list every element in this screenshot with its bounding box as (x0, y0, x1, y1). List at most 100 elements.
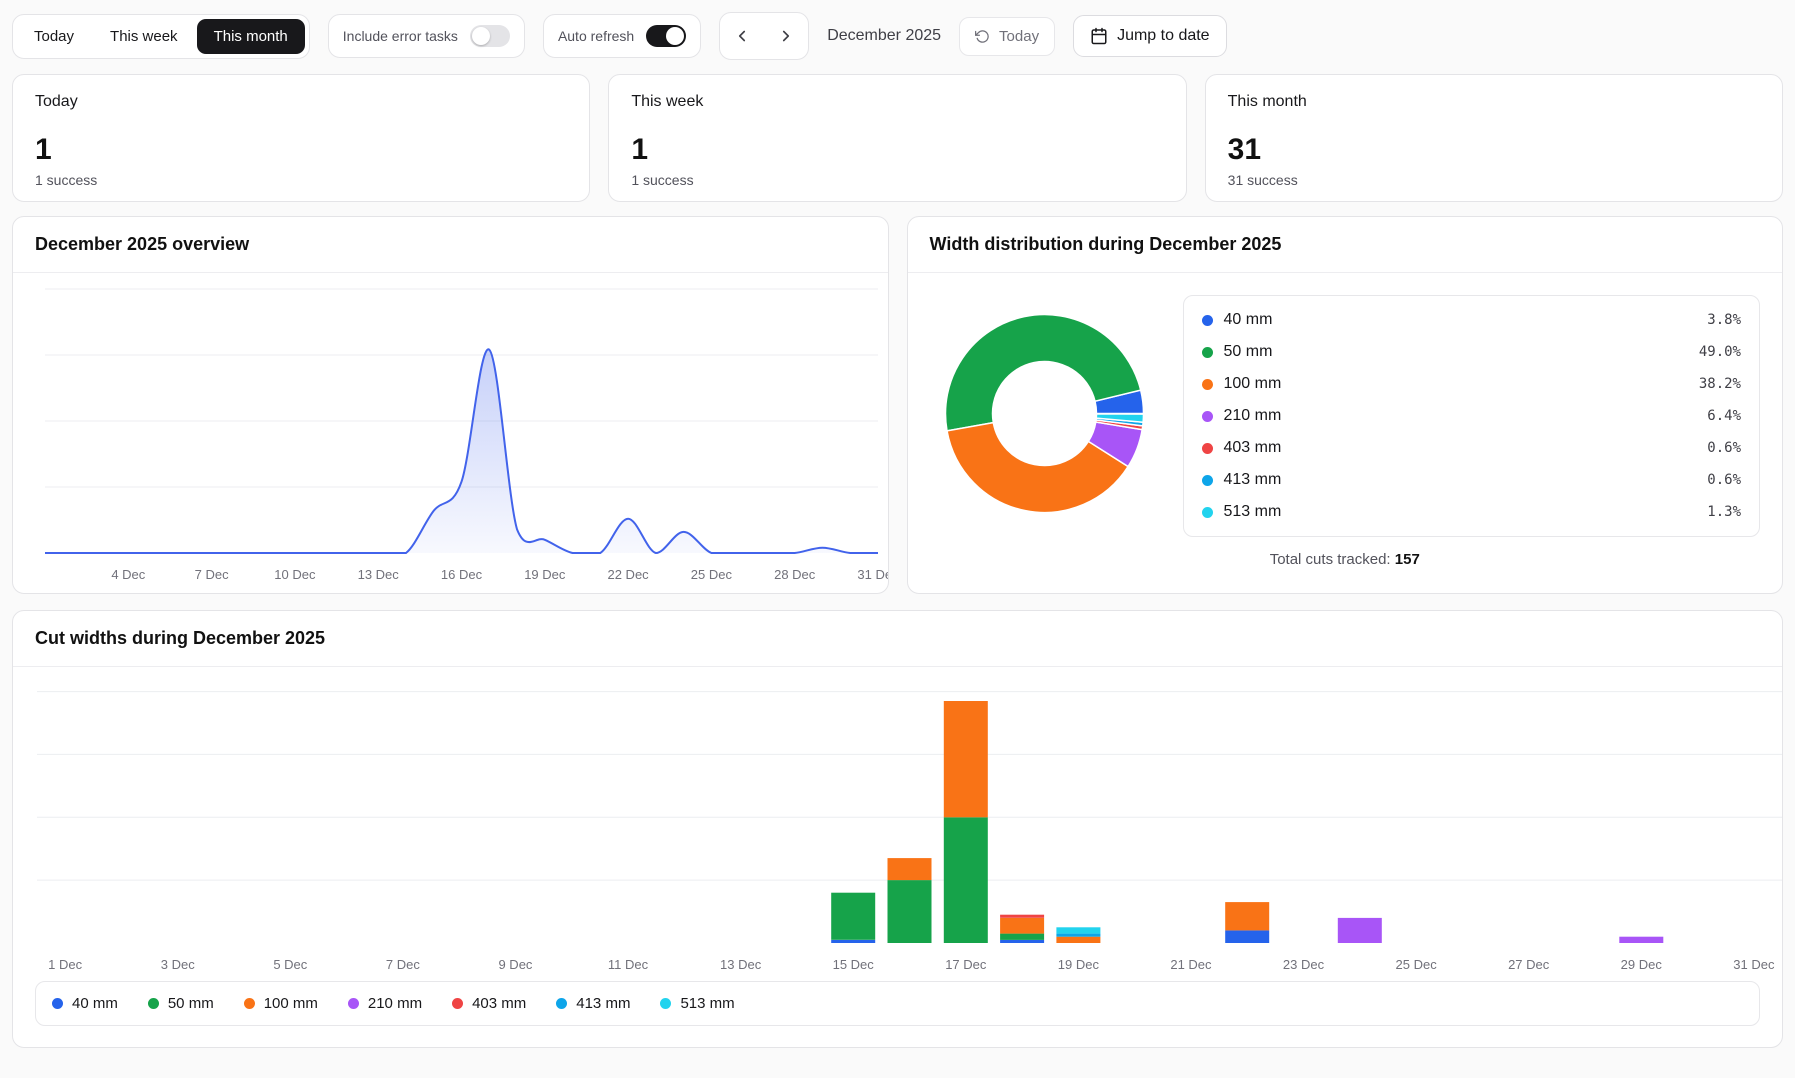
stats-row: Today 1 1 success This week 1 1 success … (12, 74, 1783, 202)
legend-label: 40 mm (72, 995, 118, 1012)
range-segmented-control: Today This week This month (12, 14, 310, 59)
legend-color-dot (1202, 443, 1213, 454)
legend-item: 100 mm (244, 995, 318, 1012)
overview-line-chart: 4 Dec7 Dec10 Dec13 Dec16 Dec19 Dec22 Dec… (13, 273, 888, 591)
toolbar: Today This week This month Include error… (12, 10, 1783, 62)
svg-text:11 Dec: 11 Dec (608, 957, 649, 972)
svg-text:17 Dec: 17 Dec (945, 957, 987, 972)
stat-title: This month (1228, 93, 1760, 111)
legend-percent: 38.2% (1699, 376, 1741, 392)
cut-widths-legend: 40 mm 50 mm 100 mm 210 mm 403 mm 413 mm … (35, 981, 1760, 1026)
legend-percent: 0.6% (1707, 472, 1741, 488)
legend-label: 210 mm (1224, 407, 1282, 425)
stat-value: 1 (631, 135, 1163, 165)
legend-color-dot (1202, 379, 1213, 390)
auto-refresh-toggle[interactable] (646, 25, 686, 47)
svg-text:19 Dec: 19 Dec (1058, 957, 1100, 972)
legend-percent: 0.6% (1707, 440, 1741, 456)
width-distribution-legend: 40 mm 3.8% 50 mm 49.0% 100 mm 38.2% 210 … (1183, 295, 1761, 537)
svg-text:28 Dec: 28 Dec (774, 567, 816, 582)
legend-row: 413 mm 0.6% (1200, 464, 1744, 496)
stat-title: This week (631, 93, 1163, 111)
legend-color-dot (1202, 315, 1213, 326)
legend-percent: 6.4% (1707, 408, 1741, 424)
include-error-tasks-toggle[interactable] (470, 25, 510, 47)
legend-item: 40 mm (52, 995, 118, 1012)
svg-text:9 Dec: 9 Dec (498, 957, 532, 972)
stat-subtitle: 31 success (1228, 172, 1760, 188)
legend-color-dot (452, 998, 463, 1009)
svg-text:25 Dec: 25 Dec (691, 567, 733, 582)
stat-card-today: Today 1 1 success (12, 74, 590, 202)
stat-card-this-week: This week 1 1 success (608, 74, 1186, 202)
svg-text:13 Dec: 13 Dec (720, 957, 762, 972)
month-navigation (719, 12, 809, 60)
legend-label: 100 mm (264, 995, 318, 1012)
today-button[interactable]: Today (959, 17, 1055, 56)
legend-color-dot (1202, 411, 1213, 422)
legend-item: 403 mm (452, 995, 526, 1012)
svg-text:21 Dec: 21 Dec (1170, 957, 1212, 972)
width-distribution-title: Width distribution during December 2025 (908, 217, 1783, 273)
legend-row: 403 mm 0.6% (1200, 432, 1744, 464)
tab-this-month[interactable]: This month (197, 19, 305, 54)
width-distribution-content: 40 mm 3.8% 50 mm 49.0% 100 mm 38.2% 210 … (908, 273, 1783, 537)
stat-title: Today (35, 93, 567, 111)
legend-color-dot (1202, 347, 1213, 358)
width-distribution-card: Width distribution during December 2025 … (907, 216, 1784, 594)
legend-percent: 49.0% (1699, 344, 1741, 360)
svg-text:25 Dec: 25 Dec (1396, 957, 1438, 972)
middle-row: December 2025 overview 4 Dec7 Dec10 Dec1… (12, 216, 1783, 594)
svg-text:3 Dec: 3 Dec (161, 957, 195, 972)
legend-item: 513 mm (660, 995, 734, 1012)
legend-label: 50 mm (1224, 343, 1273, 361)
auto-refresh-label: Auto refresh (558, 28, 634, 44)
include-error-tasks-label: Include error tasks (343, 28, 458, 44)
legend-label: 100 mm (1224, 375, 1282, 393)
stat-subtitle: 1 success (631, 172, 1163, 188)
jump-to-date-label: Jump to date (1117, 27, 1210, 45)
legend-label: 50 mm (168, 995, 214, 1012)
cut-widths-card: Cut widths during December 2025 1 Dec3 D… (12, 610, 1783, 1048)
legend-row: 100 mm 38.2% (1200, 368, 1744, 400)
legend-color-dot (660, 998, 671, 1009)
overview-title: December 2025 overview (13, 217, 888, 273)
jump-to-date-button[interactable]: Jump to date (1073, 15, 1227, 57)
svg-text:7 Dec: 7 Dec (386, 957, 420, 972)
legend-color-dot (1202, 507, 1213, 518)
legend-row: 50 mm 49.0% (1200, 336, 1744, 368)
svg-text:16 Dec: 16 Dec (441, 567, 483, 582)
legend-percent: 3.8% (1707, 312, 1741, 328)
svg-text:27 Dec: 27 Dec (1508, 957, 1550, 972)
legend-item: 50 mm (148, 995, 214, 1012)
rotate-ccw-icon (975, 29, 990, 44)
calendar-icon (1090, 27, 1108, 45)
svg-text:5 Dec: 5 Dec (273, 957, 307, 972)
tab-today[interactable]: Today (17, 19, 91, 54)
total-cuts-label: Total cuts tracked: (1270, 551, 1391, 568)
legend-item: 413 mm (556, 995, 630, 1012)
auto-refresh-control: Auto refresh (543, 14, 701, 58)
total-cuts-value: 157 (1395, 551, 1420, 568)
stat-card-this-month: This month 31 31 success (1205, 74, 1783, 202)
legend-color-dot (52, 998, 63, 1009)
previous-month-button[interactable] (720, 13, 764, 59)
next-month-button[interactable] (764, 13, 808, 59)
svg-text:19 Dec: 19 Dec (524, 567, 566, 582)
legend-label: 413 mm (1224, 471, 1282, 489)
svg-text:7 Dec: 7 Dec (195, 567, 229, 582)
legend-color-dot (244, 998, 255, 1009)
svg-text:13 Dec: 13 Dec (358, 567, 400, 582)
total-cuts-tracked: Total cuts tracked: 157 (908, 551, 1783, 568)
legend-label: 513 mm (680, 995, 734, 1012)
svg-text:31 Dec: 31 Dec (1733, 957, 1775, 972)
svg-text:10 Dec: 10 Dec (274, 567, 316, 582)
legend-item: 210 mm (348, 995, 422, 1012)
width-distribution-donut (942, 311, 1147, 521)
legend-label: 210 mm (368, 995, 422, 1012)
today-button-label: Today (999, 28, 1039, 45)
legend-label: 40 mm (1224, 311, 1273, 329)
stat-subtitle: 1 success (35, 172, 567, 188)
legend-percent: 1.3% (1707, 504, 1741, 520)
tab-this-week[interactable]: This week (93, 19, 195, 54)
